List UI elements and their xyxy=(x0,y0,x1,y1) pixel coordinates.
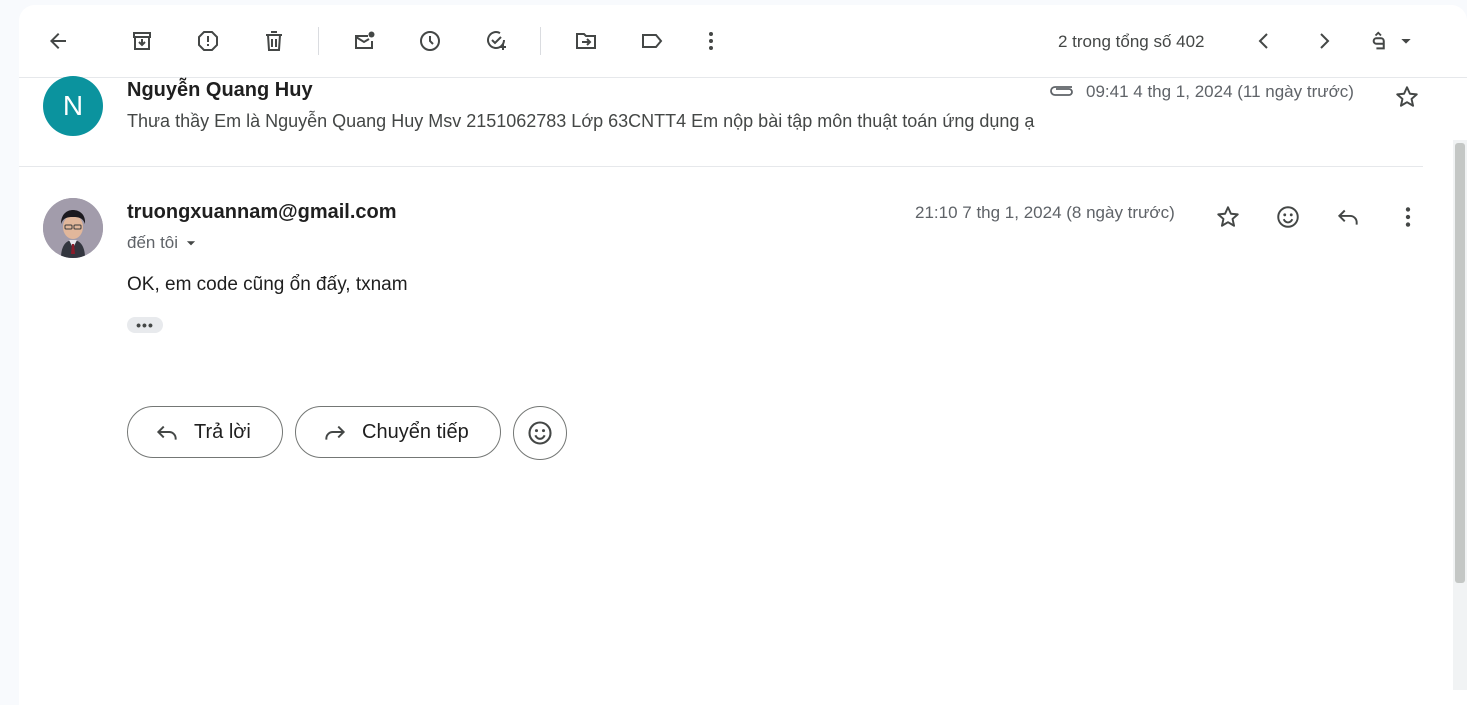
caret-down-icon xyxy=(1401,39,1411,44)
forward-icon xyxy=(325,425,346,440)
older-button[interactable] xyxy=(1304,21,1344,61)
reply-button[interactable] xyxy=(1328,197,1368,237)
avatar: N xyxy=(43,76,103,136)
move-folder-icon xyxy=(576,33,596,49)
add-reaction-button[interactable] xyxy=(1268,197,1308,237)
recipient-label: đến tôi xyxy=(127,233,179,252)
emoji-reaction-pill-button[interactable] xyxy=(513,406,567,460)
message-body: OK, em code cũng ổn đấy, txnam xyxy=(127,274,408,295)
avatar xyxy=(43,198,103,258)
emoji-icon xyxy=(528,421,552,445)
message-snippet[interactable]: Thưa thầy Em là Nguyễn Quang Huy Msv 215… xyxy=(127,111,1034,132)
scrollbar-thumb[interactable] xyxy=(1455,143,1465,583)
star-icon xyxy=(1217,206,1239,227)
delete-button[interactable] xyxy=(254,21,294,61)
message-more-button[interactable] xyxy=(1388,197,1428,237)
archive-icon xyxy=(133,32,151,50)
caret-down-icon xyxy=(186,241,196,246)
emoji-icon xyxy=(1277,206,1299,228)
mark-unread-button[interactable] xyxy=(344,21,384,61)
toolbar-divider xyxy=(318,27,319,55)
star-icon xyxy=(1396,86,1418,107)
input-tools-icon xyxy=(1372,31,1385,50)
message-divider xyxy=(19,166,1423,167)
star-button[interactable] xyxy=(1208,197,1248,237)
avatar-letter: N xyxy=(62,90,84,121)
more-vert-icon xyxy=(709,32,713,50)
pagination-counter: 2 trong tổng số 402 xyxy=(1058,32,1205,51)
sender-name[interactable]: Nguyễn Quang Huy xyxy=(127,79,313,102)
clock-icon xyxy=(420,31,440,51)
reply-icon xyxy=(156,425,177,440)
forward-label: Chuyển tiếp xyxy=(362,420,469,443)
avatar-photo-icon xyxy=(43,198,103,258)
star-button[interactable] xyxy=(1391,81,1423,113)
show-trimmed-content-button[interactable]: ••• xyxy=(127,317,163,333)
email-panel: 2 trong tổng số 402 N Nguyễn Quang Huy T… xyxy=(19,5,1467,705)
add-task-button[interactable] xyxy=(476,21,516,61)
snooze-button[interactable] xyxy=(410,21,450,61)
newer-button[interactable] xyxy=(1244,21,1284,61)
label-button[interactable] xyxy=(632,21,672,61)
input-tools-button[interactable] xyxy=(1364,21,1420,61)
move-to-button[interactable] xyxy=(566,21,606,61)
sender-email: truongxuannam@gmail.com xyxy=(127,201,397,223)
chevron-right-icon xyxy=(1320,33,1330,49)
report-spam-icon xyxy=(198,31,218,51)
reply-label: Trả lời xyxy=(194,420,251,443)
arrow-back-icon xyxy=(50,33,66,49)
forward-pill-button[interactable]: Chuyển tiếp xyxy=(295,406,501,458)
message-time: 21:10 7 thg 1, 2024 (8 ngày trước) xyxy=(915,203,1175,222)
label-icon xyxy=(642,34,663,48)
mark-unread-icon xyxy=(355,31,375,49)
reply-icon xyxy=(1337,209,1358,225)
toolbar: 2 trong tổng số 402 xyxy=(19,5,1467,78)
more-options-button[interactable] xyxy=(691,21,731,61)
message-time: 09:41 4 thg 1, 2024 (11 ngày trước) xyxy=(1086,82,1354,101)
back-button[interactable] xyxy=(38,21,78,61)
add-task-icon xyxy=(487,31,506,50)
archive-button[interactable] xyxy=(122,21,162,61)
trash-icon xyxy=(266,31,282,51)
report-spam-button[interactable] xyxy=(188,21,228,61)
reply-pill-button[interactable]: Trả lời xyxy=(127,406,283,458)
attachment-icon xyxy=(1050,86,1073,96)
toolbar-divider xyxy=(540,27,541,55)
recipient-details-toggle[interactable]: đến tôi xyxy=(127,233,198,253)
chevron-left-icon xyxy=(1258,33,1268,49)
more-vert-icon xyxy=(1405,207,1411,227)
